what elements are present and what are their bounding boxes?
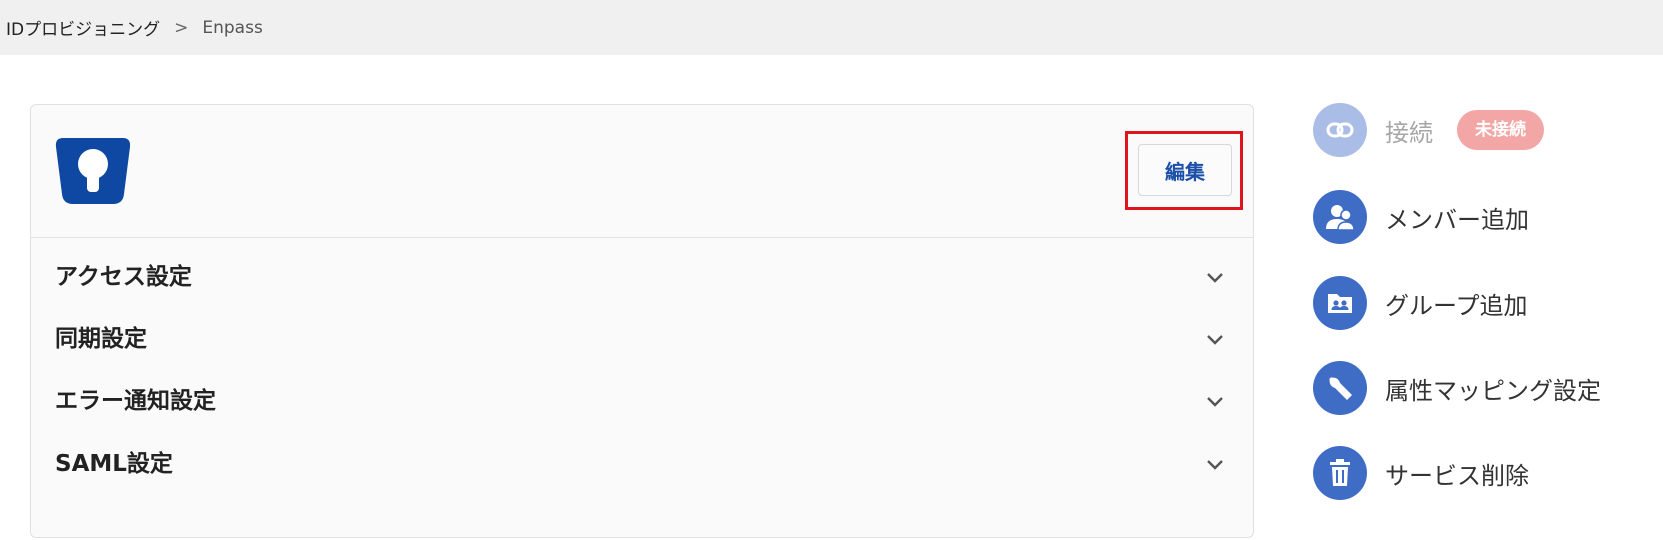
- section-error-notification-settings[interactable]: エラー通知設定: [31, 368, 1253, 428]
- section-label: 同期設定: [55, 326, 147, 352]
- breadcrumb-separator: >: [174, 17, 189, 38]
- chevron-down-icon: [1207, 460, 1223, 470]
- add-group-action[interactable]: グループ追加: [1313, 275, 1528, 331]
- connect-label: 接続: [1385, 118, 1433, 147]
- add-member-label: メンバー追加: [1385, 205, 1529, 234]
- section-saml-settings[interactable]: SAML設定: [31, 431, 1253, 491]
- breadcrumb: IDプロビジョニング > Enpass: [0, 0, 1663, 55]
- delete-service-label: サービス削除: [1385, 461, 1529, 490]
- delete-service-action[interactable]: サービス削除: [1313, 445, 1529, 501]
- edit-highlight-box: 編集: [1125, 131, 1243, 210]
- wrench-icon: [1313, 361, 1367, 415]
- breadcrumb-current: Enpass: [202, 17, 263, 38]
- connection-status-badge: 未接続: [1457, 110, 1544, 150]
- attribute-mapping-label: 属性マッピング設定: [1385, 376, 1601, 405]
- chevron-down-icon: [1207, 335, 1223, 345]
- section-label: アクセス設定: [55, 264, 192, 290]
- group-folder-icon: [1313, 276, 1367, 330]
- section-label: SAML設定: [55, 451, 173, 477]
- breadcrumb-id-provisioning-link[interactable]: IDプロビジョニング: [6, 15, 160, 40]
- add-member-action[interactable]: メンバー追加: [1313, 189, 1529, 245]
- enpass-logo-icon: [55, 138, 131, 204]
- service-card: 編集 アクセス設定 同期設定 エラー通知設定 SAML設定: [30, 104, 1254, 538]
- attribute-mapping-action[interactable]: 属性マッピング設定: [1313, 360, 1601, 416]
- trash-icon: [1313, 446, 1367, 500]
- card-header: 編集: [31, 105, 1253, 238]
- connect-action[interactable]: 接続 未接続: [1313, 102, 1544, 158]
- add-group-label: グループ追加: [1385, 291, 1528, 320]
- users-icon: [1313, 190, 1367, 244]
- edit-button[interactable]: 編集: [1138, 144, 1232, 196]
- section-sync-settings[interactable]: 同期設定: [31, 306, 1253, 366]
- section-access-settings[interactable]: アクセス設定: [31, 244, 1253, 304]
- section-label: エラー通知設定: [55, 388, 216, 414]
- chevron-down-icon: [1207, 397, 1223, 407]
- link-icon: [1313, 103, 1367, 157]
- chevron-down-icon: [1207, 273, 1223, 283]
